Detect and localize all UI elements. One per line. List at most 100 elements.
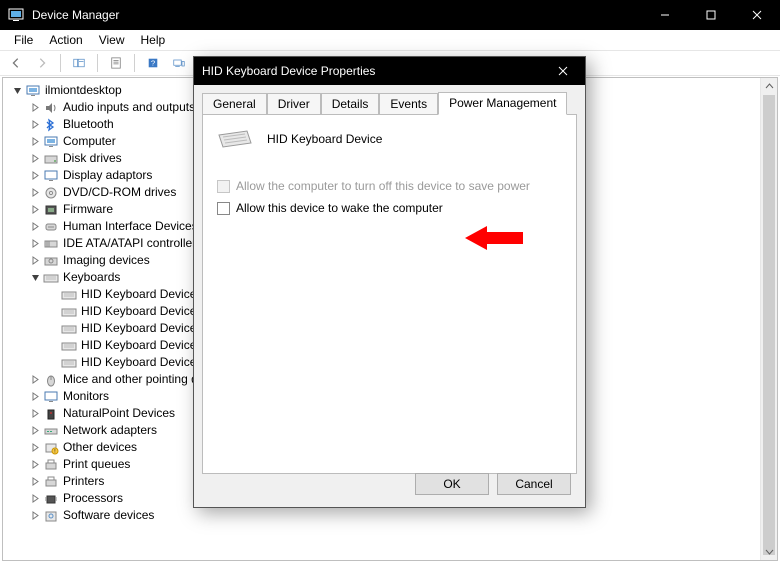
tree-node-label: Keyboards: [63, 269, 120, 286]
tree-node-label: Bluetooth: [63, 116, 114, 133]
expander-icon[interactable]: [29, 153, 41, 165]
expander-icon[interactable]: [29, 221, 41, 233]
toolbar-devices-button[interactable]: [167, 52, 191, 74]
menu-file[interactable]: File: [6, 31, 41, 49]
keyboard-icon: [217, 129, 253, 149]
tab-power-management[interactable]: Power Management: [438, 92, 567, 115]
expander-icon[interactable]: [29, 102, 41, 114]
expander-icon[interactable]: [29, 272, 41, 284]
tree-node-label: Print queues: [63, 456, 130, 473]
tree-node-label: DVD/CD-ROM drives: [63, 184, 176, 201]
cancel-button[interactable]: Cancel: [497, 473, 571, 495]
menu-help[interactable]: Help: [133, 31, 174, 49]
expander-icon[interactable]: [47, 306, 59, 318]
expander-icon[interactable]: [29, 204, 41, 216]
tree-node-label: NaturalPoint Devices: [63, 405, 175, 422]
dialog-close-button[interactable]: [549, 57, 577, 85]
expander-icon[interactable]: [47, 357, 59, 369]
expander-icon[interactable]: [29, 459, 41, 471]
tree-node-label: HID Keyboard Device: [81, 337, 196, 354]
expander-icon[interactable]: [29, 238, 41, 250]
vertical-scrollbar[interactable]: [760, 78, 777, 560]
device-name-label: HID Keyboard Device: [267, 132, 382, 146]
software-icon: [43, 509, 59, 523]
svg-text:?: ?: [151, 59, 155, 68]
expander-icon[interactable]: [47, 323, 59, 335]
tab-driver[interactable]: Driver: [267, 93, 321, 115]
toolbar-forward-button[interactable]: [30, 52, 54, 74]
expander-icon[interactable]: [47, 289, 59, 301]
toolbar-show-hide-button[interactable]: [67, 52, 91, 74]
tree-node-software[interactable]: Software devices: [7, 507, 777, 524]
mouse-icon: [43, 373, 59, 387]
expander-icon[interactable]: [29, 493, 41, 505]
checkbox-turnoff-label: Allow the computer to turn off this devi…: [236, 179, 530, 193]
toolbar-back-button[interactable]: [4, 52, 28, 74]
printer-icon: [43, 475, 59, 489]
scroll-up-button[interactable]: [761, 78, 777, 95]
bluetooth-icon: [43, 118, 59, 132]
processor-icon: [43, 492, 59, 506]
menu-action[interactable]: Action: [41, 31, 90, 49]
imaging-icon: [43, 254, 59, 268]
audio-icon: [43, 101, 59, 115]
expander-icon[interactable]: [29, 442, 41, 454]
window-title: Device Manager: [32, 8, 642, 22]
cdrom-icon: [43, 186, 59, 200]
expander-icon[interactable]: [29, 374, 41, 386]
tree-node-label: Human Interface Devices: [63, 218, 198, 235]
tree-node-label: Network adapters: [63, 422, 157, 439]
expander-icon[interactable]: [29, 255, 41, 267]
red-arrow-annotation: [465, 223, 523, 256]
checkbox-allow-wake[interactable]: Allow this device to wake the computer: [217, 199, 562, 217]
tab-details[interactable]: Details: [321, 93, 380, 115]
minimize-button[interactable]: [642, 0, 688, 30]
close-button[interactable]: [734, 0, 780, 30]
maximize-button[interactable]: [688, 0, 734, 30]
keyboard-icon: [61, 356, 77, 370]
scroll-down-button[interactable]: [761, 543, 777, 560]
app-icon: [8, 7, 24, 23]
tab-general[interactable]: General: [202, 93, 267, 115]
root-icon: [25, 84, 41, 98]
tree-node-label: Audio inputs and outputs: [63, 99, 195, 116]
keyboard-icon: [61, 288, 77, 302]
tree-node-label: HID Keyboard Device: [81, 286, 196, 303]
expander-icon[interactable]: [29, 510, 41, 522]
expander-icon[interactable]: [29, 119, 41, 131]
keyboard-icon: [61, 305, 77, 319]
dialog-titlebar: HID Keyboard Device Properties: [194, 57, 585, 85]
tab-page-power-management: HID Keyboard Device Allow the computer t…: [202, 114, 577, 474]
tree-node-label: Display adaptors: [63, 167, 152, 184]
checkbox-box-icon[interactable]: [217, 202, 230, 215]
tab-events[interactable]: Events: [379, 93, 438, 115]
tree-node-label: Other devices: [63, 439, 137, 456]
tree-node-label: Computer: [63, 133, 116, 150]
expander-icon[interactable]: [29, 408, 41, 420]
toolbar-help-button[interactable]: ?: [141, 52, 165, 74]
expander-icon[interactable]: [29, 476, 41, 488]
tree-node-label: Firmware: [63, 201, 113, 218]
expander-icon[interactable]: [29, 136, 41, 148]
naturalpoint-icon: [43, 407, 59, 421]
keyboard-icon: [61, 322, 77, 336]
scrollbar-thumb[interactable]: [763, 95, 775, 555]
toolbar-separator: [60, 54, 61, 72]
expander-icon[interactable]: [11, 85, 23, 97]
keyboard-icon: [61, 339, 77, 353]
tree-node-label: Monitors: [63, 388, 109, 405]
expander-icon[interactable]: [29, 170, 41, 182]
expander-icon[interactable]: [29, 187, 41, 199]
toolbar-properties-button[interactable]: [104, 52, 128, 74]
hid-icon: [43, 220, 59, 234]
expander-icon[interactable]: [29, 425, 41, 437]
menu-view[interactable]: View: [91, 31, 133, 49]
expander-icon[interactable]: [47, 340, 59, 352]
device-header: HID Keyboard Device: [217, 129, 562, 149]
tree-node-label: HID Keyboard Device: [81, 303, 196, 320]
toolbar-separator: [97, 54, 98, 72]
expander-icon[interactable]: [29, 391, 41, 403]
tree-node-label: HID Keyboard Device: [81, 354, 196, 371]
ok-button[interactable]: OK: [415, 473, 489, 495]
computer-icon: [43, 135, 59, 149]
